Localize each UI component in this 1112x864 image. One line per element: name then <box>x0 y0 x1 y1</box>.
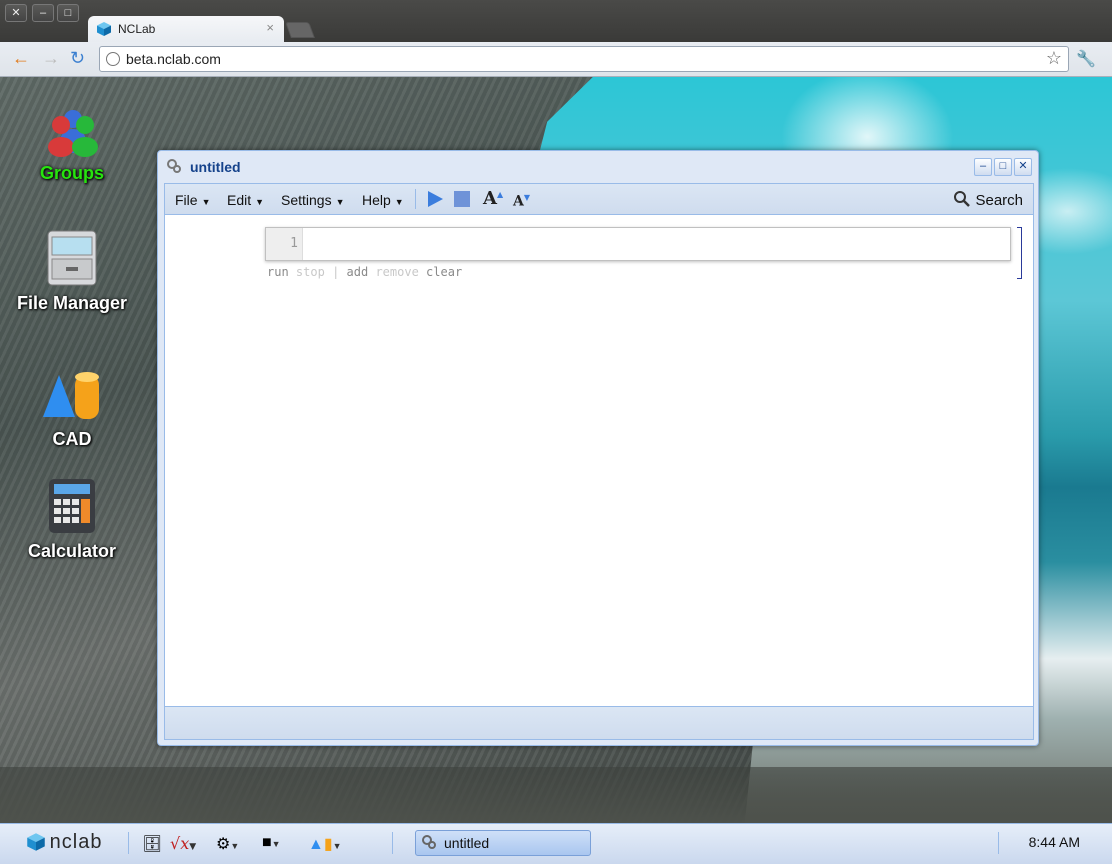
gears-icon <box>167 159 181 173</box>
nclab-cube-icon <box>27 833 45 851</box>
search-label: Search <box>975 192 1023 209</box>
taskbar-separator <box>128 832 129 854</box>
new-tab-button[interactable] <box>285 22 315 38</box>
desktop-icon-groups[interactable]: Groups <box>12 107 132 184</box>
taskbar-separator <box>998 832 999 854</box>
run-link[interactable]: run <box>267 265 289 279</box>
cad-launcher-icon[interactable]: ▲▮▼ <box>308 834 342 854</box>
clear-link[interactable]: clear <box>426 265 462 279</box>
menu-label: File <box>175 192 198 208</box>
search-icon <box>954 191 971 207</box>
gears-icon <box>422 835 436 849</box>
minimize-icon[interactable]: – <box>974 158 992 176</box>
reload-icon[interactable]: ↻ <box>70 49 85 67</box>
cabinet-icon[interactable]: 🗄 <box>142 834 162 854</box>
window-title: untitled <box>190 159 241 175</box>
back-arrow-icon[interactable]: ← <box>12 49 30 67</box>
notebook-content: 1 run stop | add remove clear <box>164 214 1034 707</box>
tab-close-icon[interactable]: × <box>266 20 274 35</box>
dropdown-caret-icon: ▼ <box>394 197 404 207</box>
taskbar-separator <box>392 832 393 854</box>
stop-link[interactable]: stop <box>296 265 325 279</box>
search-button[interactable]: Search <box>953 190 1023 209</box>
brand-label: nclab <box>49 831 103 853</box>
window-status-bar <box>164 706 1034 740</box>
taskbar: nclab 🗄 √x▼ ⚙▼ ■▼ ▲▮▼ untitled 8:44 AM <box>0 823 1112 864</box>
wrench-icon[interactable]: 🔧 <box>1076 49 1096 69</box>
remove-link[interactable]: remove <box>375 265 418 279</box>
play-icon[interactable] <box>425 189 445 209</box>
menu-label: Settings <box>281 192 332 208</box>
taskbar-window-label: untitled <box>444 835 490 851</box>
desktop-icon-label: File Manager <box>16 293 128 313</box>
line-gutter: 1 <box>266 228 303 260</box>
browser-toolbar: ← → ↻ beta.nclab.com ☆ 🔧 <box>0 42 1112 77</box>
clock: 8:44 AM <box>1028 834 1080 850</box>
code-cell[interactable]: 1 <box>265 227 1011 261</box>
shore-background <box>0 767 1112 823</box>
close-icon[interactable]: ✕ <box>1014 158 1032 176</box>
math-launcher-icon[interactable]: √x▼ <box>170 834 196 853</box>
add-link[interactable]: add <box>347 265 369 279</box>
line-number: 1 <box>290 236 298 251</box>
address-bar[interactable]: beta.nclab.com ☆ <box>99 46 1069 72</box>
desktop-icon-calculator[interactable]: Calculator <box>12 477 132 562</box>
divider: | <box>332 265 340 279</box>
tab-title: NCLab <box>118 22 156 36</box>
menu-help[interactable]: Help ▼ <box>362 192 404 208</box>
minimize-window-button[interactable]: – <box>32 4 54 22</box>
groups-icon <box>48 110 98 157</box>
forward-arrow-icon[interactable]: → <box>42 49 60 67</box>
url-text[interactable]: beta.nclab.com <box>126 51 221 67</box>
taskbar-window-button[interactable]: untitled <box>415 830 591 856</box>
file-cabinet-icon <box>47 230 97 286</box>
close-window-button[interactable]: ✕ <box>5 4 27 22</box>
menu-label: Help <box>362 192 391 208</box>
maximize-icon[interactable]: □ <box>994 158 1012 176</box>
desktop-icon-file-manager[interactable]: File Manager <box>12 227 132 314</box>
desktop-icon-label: CAD <box>52 429 92 449</box>
desktop-icon-label: Groups <box>39 163 104 183</box>
increase-font-icon[interactable]: A▲ <box>483 188 503 209</box>
terminal-launcher-icon[interactable]: ■▼ <box>262 834 281 852</box>
desktop-icon-label: Calculator <box>27 541 117 561</box>
dropdown-caret-icon: ▼ <box>335 197 345 207</box>
os-title-bar: ✕ – □ NCLab × <box>0 0 1112 42</box>
nclab-logo[interactable]: nclab <box>26 831 102 854</box>
menu-file[interactable]: File ▼ <box>175 192 210 208</box>
menu-edit[interactable]: Edit ▼ <box>227 192 264 208</box>
menu-label: Edit <box>227 192 252 208</box>
toolbar-separator <box>415 189 416 209</box>
calculator-icon <box>49 479 95 533</box>
stop-icon[interactable] <box>453 190 471 208</box>
bookmark-star-icon[interactable]: ☆ <box>1046 48 1062 69</box>
dropdown-caret-icon: ▼ <box>255 197 265 207</box>
window-title-bar[interactable]: untitled – □ ✕ <box>158 151 1038 181</box>
nclab-cube-icon <box>97 22 111 36</box>
browser-tab[interactable]: NCLab × <box>88 16 284 42</box>
globe-icon <box>106 52 120 66</box>
cell-actions: run stop | add remove clear <box>267 265 462 279</box>
app-window: untitled – □ ✕ File ▼ Edit ▼ Settings ▼ Hel… <box>157 150 1039 746</box>
cad-shapes-icon <box>43 372 99 419</box>
cell-bracket[interactable] <box>1017 227 1022 279</box>
menu-settings[interactable]: Settings ▼ <box>281 192 345 208</box>
desktop-icon-cad[interactable]: CAD <box>12 369 132 450</box>
gears-launcher-icon[interactable]: ⚙▼ <box>216 834 239 854</box>
decrease-font-icon[interactable]: A▼ <box>513 192 530 210</box>
dropdown-caret-icon: ▼ <box>201 197 211 207</box>
window-menubar: File ▼ Edit ▼ Settings ▼ Help ▼ A▲ A▼ Search <box>164 183 1034 214</box>
maximize-window-button[interactable]: □ <box>57 4 79 22</box>
